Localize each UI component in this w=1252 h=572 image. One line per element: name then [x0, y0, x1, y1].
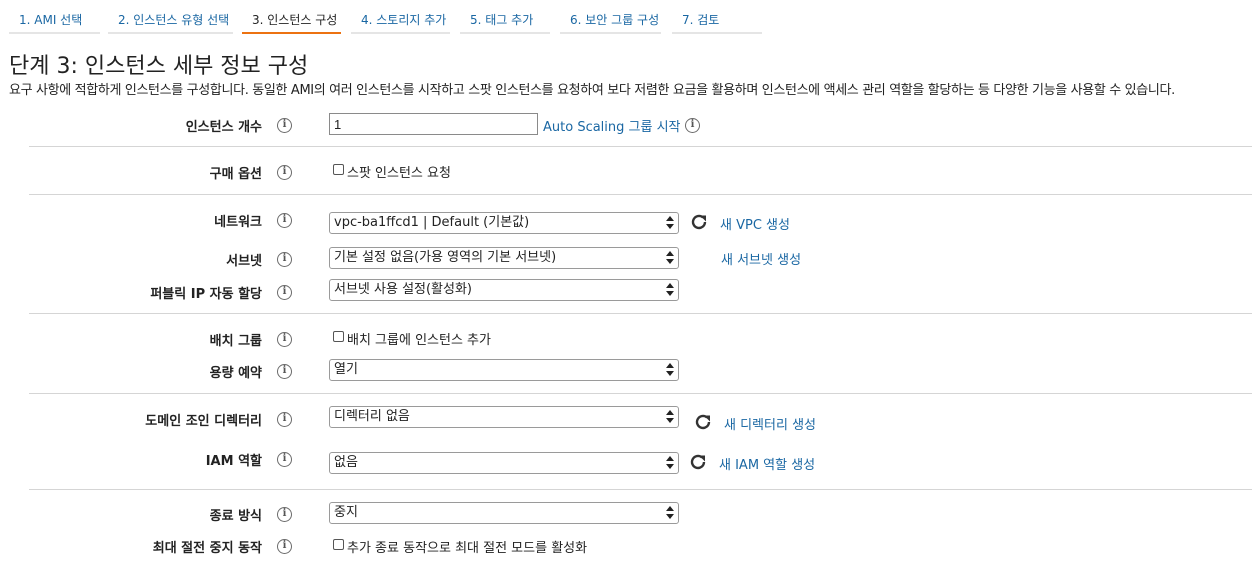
- divider: [29, 313, 1252, 314]
- instance-count-input[interactable]: [329, 113, 538, 135]
- step-instance-type[interactable]: 2. 인스턴스 유형 선택: [108, 6, 233, 34]
- network-select[interactable]: vpc-ba1ffcd1 | Default (기본값): [329, 212, 679, 234]
- select-arrows-icon: [666, 283, 675, 297]
- select-arrows-icon: [666, 506, 675, 520]
- divider: [29, 489, 1252, 490]
- instance-count-label: 인스턴스 개수: [185, 120, 262, 135]
- create-directory-link[interactable]: 새 디렉터리 생성: [724, 414, 816, 433]
- placement-group-checkbox-label: 배치 그룹에 인스턴스 추가: [347, 333, 491, 348]
- domain-join-select[interactable]: 디렉터리 없음: [329, 406, 679, 428]
- divider: [29, 393, 1252, 394]
- network-label: 네트워크: [214, 215, 262, 230]
- hibernate-checkbox[interactable]: [333, 539, 344, 550]
- wizard-steps: 1. AMI 선택 2. 인스턴스 유형 선택 3. 인스턴스 구성 4. 스토…: [0, 0, 1252, 40]
- info-icon[interactable]: i: [277, 452, 292, 467]
- refresh-icon[interactable]: [688, 452, 708, 472]
- capacity-reservation-select-value: 열기: [334, 362, 358, 377]
- divider: [29, 146, 1252, 147]
- shutdown-behavior-select-value: 중지: [334, 505, 358, 520]
- info-icon[interactable]: i: [277, 507, 292, 522]
- spot-instance-label: 스팟 인스턴스 요청: [347, 166, 451, 181]
- public-ip-select-value: 서브넷 사용 설정(활성화): [334, 282, 473, 297]
- purchase-option-label: 구매 옵션: [209, 167, 262, 182]
- page-title: 단계 3: 인스턴스 세부 정보 구성: [9, 54, 309, 79]
- iam-role-select[interactable]: 없음: [329, 452, 679, 474]
- public-ip-select[interactable]: 서브넷 사용 설정(활성화): [329, 279, 679, 301]
- capacity-reservation-select[interactable]: 열기: [329, 359, 679, 381]
- domain-join-label: 도메인 조인 디렉터리: [145, 414, 262, 429]
- info-icon[interactable]: i: [277, 285, 292, 300]
- select-arrows-icon: [666, 456, 675, 470]
- shutdown-behavior-select[interactable]: 중지: [329, 502, 679, 524]
- info-icon[interactable]: i: [277, 412, 292, 427]
- refresh-icon[interactable]: [689, 212, 709, 232]
- info-icon[interactable]: i: [277, 213, 292, 228]
- select-arrows-icon: [666, 216, 675, 230]
- create-subnet-link[interactable]: 새 서브넷 생성: [721, 249, 801, 268]
- step-security-group[interactable]: 6. 보안 그룹 구성: [560, 6, 661, 34]
- refresh-icon[interactable]: [693, 412, 713, 432]
- info-icon[interactable]: i: [277, 364, 292, 379]
- placement-group-label: 배치 그룹: [209, 334, 262, 349]
- info-icon[interactable]: i: [277, 165, 292, 180]
- info-icon[interactable]: i: [685, 118, 700, 133]
- placement-group-checkbox[interactable]: [333, 331, 344, 342]
- spot-instance-checkbox[interactable]: [333, 164, 344, 175]
- step-storage[interactable]: 4. 스토리지 추가: [351, 6, 450, 34]
- step-tags[interactable]: 5. 태그 추가: [460, 6, 550, 34]
- subnet-select-value: 기본 설정 없음(가용 영역의 기본 서브넷): [334, 250, 557, 265]
- select-arrows-icon: [666, 410, 675, 424]
- iam-role-label: IAM 역할: [205, 454, 262, 469]
- subnet-label: 서브넷: [226, 254, 262, 269]
- stop-hibernate-label: 최대 절전 중지 동작: [152, 541, 262, 556]
- divider: [29, 194, 1252, 195]
- select-arrows-icon: [666, 363, 675, 377]
- create-vpc-link[interactable]: 새 VPC 생성: [720, 214, 790, 233]
- step-ami[interactable]: 1. AMI 선택: [9, 6, 100, 34]
- auto-scaling-link[interactable]: Auto Scaling 그룹 시작: [543, 116, 681, 135]
- step-configure-instance[interactable]: 3. 인스턴스 구성: [242, 6, 341, 34]
- subnet-select[interactable]: 기본 설정 없음(가용 영역의 기본 서브넷): [329, 247, 679, 269]
- select-arrows-icon: [666, 251, 675, 265]
- public-ip-label: 퍼블릭 IP 자동 할당: [150, 287, 262, 302]
- info-icon[interactable]: i: [277, 539, 292, 554]
- step-review[interactable]: 7. 검토: [672, 6, 762, 34]
- info-icon[interactable]: i: [277, 252, 292, 267]
- domain-join-select-value: 디렉터리 없음: [334, 409, 410, 424]
- page-description: 요구 사항에 적합하게 인스턴스를 구성합니다. 동일한 AMI의 여러 인스턴…: [9, 83, 1175, 98]
- capacity-reservation-label: 용량 예약: [209, 366, 262, 381]
- network-select-value: vpc-ba1ffcd1 | Default (기본값): [334, 215, 530, 230]
- info-icon[interactable]: i: [277, 118, 292, 133]
- create-iam-role-link[interactable]: 새 IAM 역할 생성: [719, 454, 815, 473]
- hibernate-checkbox-label: 추가 종료 동작으로 최대 절전 모드를 활성화: [347, 541, 588, 556]
- shutdown-behavior-label: 종료 방식: [209, 509, 262, 524]
- iam-role-select-value: 없음: [334, 455, 358, 470]
- info-icon[interactable]: i: [277, 332, 292, 347]
